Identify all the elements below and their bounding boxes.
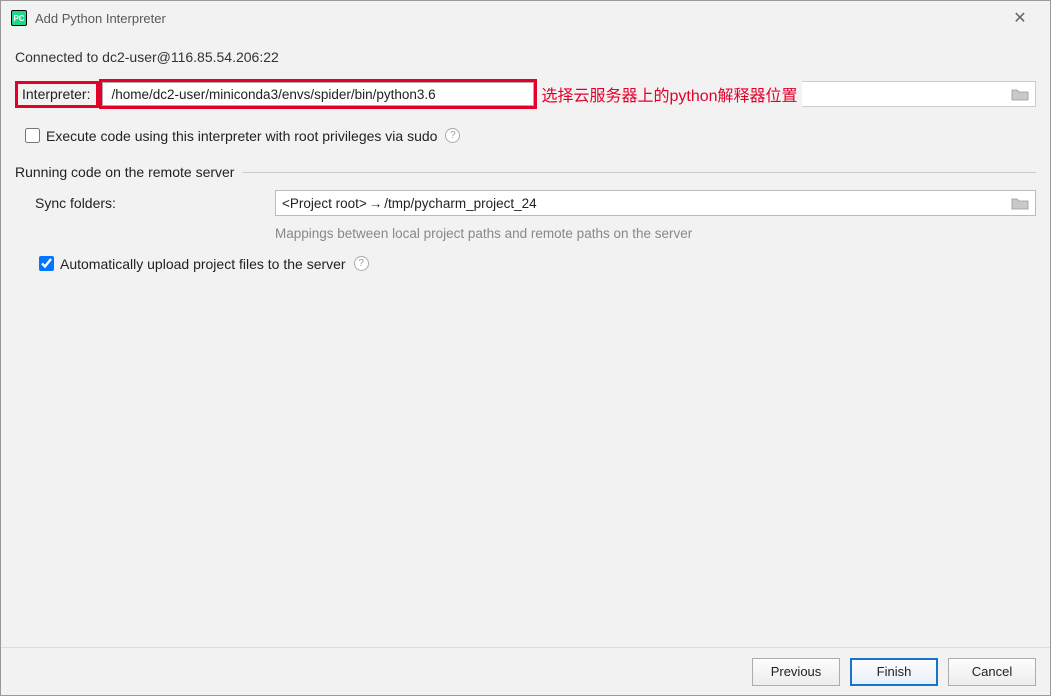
- remote-section-header: Running code on the remote server: [15, 164, 1036, 180]
- auto-upload-label: Automatically upload project files to th…: [60, 256, 346, 272]
- sync-folders-label: Sync folders:: [35, 195, 275, 211]
- execute-sudo-row: Execute code using this interpreter with…: [21, 125, 1036, 146]
- pycharm-icon: PC: [11, 10, 27, 26]
- previous-button[interactable]: Previous: [752, 658, 840, 686]
- connection-status: Connected to dc2-user@116.85.54.206:22: [15, 49, 1036, 65]
- interpreter-path-highlight: [99, 79, 537, 109]
- close-button[interactable]: ✕: [1000, 8, 1040, 28]
- sync-folders-input[interactable]: <Project root> → /tmp/pycharm_project_24: [275, 190, 1036, 216]
- interpreter-path-input[interactable]: [102, 82, 534, 106]
- interpreter-field-tail[interactable]: [802, 81, 1036, 107]
- remote-section-title: Running code on the remote server: [15, 164, 234, 180]
- cancel-button[interactable]: Cancel: [948, 658, 1036, 686]
- help-icon[interactable]: ?: [354, 256, 369, 271]
- sync-remote-path: /tmp/pycharm_project_24: [384, 196, 536, 211]
- window-title: Add Python Interpreter: [35, 11, 166, 26]
- add-interpreter-dialog: PC Add Python Interpreter ✕ Connected to…: [0, 0, 1051, 696]
- titlebar: PC Add Python Interpreter ✕: [1, 1, 1050, 35]
- execute-sudo-label: Execute code using this interpreter with…: [46, 128, 437, 144]
- section-divider: [242, 172, 1036, 173]
- sync-folders-row: Sync folders: <Project root> → /tmp/pych…: [35, 190, 1036, 216]
- browse-folder-icon[interactable]: [1011, 196, 1029, 210]
- spacer: [15, 274, 1036, 647]
- interpreter-row: Interpreter: 选择云服务器上的python解释器位置: [15, 79, 1036, 109]
- finish-button[interactable]: Finish: [850, 658, 938, 686]
- sync-project-root: <Project root>: [282, 196, 367, 211]
- execute-sudo-checkbox[interactable]: [25, 128, 40, 143]
- arrow-right-icon: →: [369, 196, 383, 211]
- button-bar: Previous Finish Cancel: [1, 647, 1050, 695]
- browse-folder-icon[interactable]: [1011, 87, 1029, 101]
- content-area: Connected to dc2-user@116.85.54.206:22 I…: [1, 35, 1050, 647]
- interpreter-label: Interpreter:: [15, 81, 99, 108]
- interpreter-annotation: 选择云服务器上的python解释器位置: [541, 82, 797, 106]
- auto-upload-checkbox[interactable]: [39, 256, 54, 271]
- help-icon[interactable]: ?: [445, 128, 460, 143]
- mappings-note: Mappings between local project paths and…: [275, 226, 1036, 241]
- auto-upload-row: Automatically upload project files to th…: [35, 253, 1036, 274]
